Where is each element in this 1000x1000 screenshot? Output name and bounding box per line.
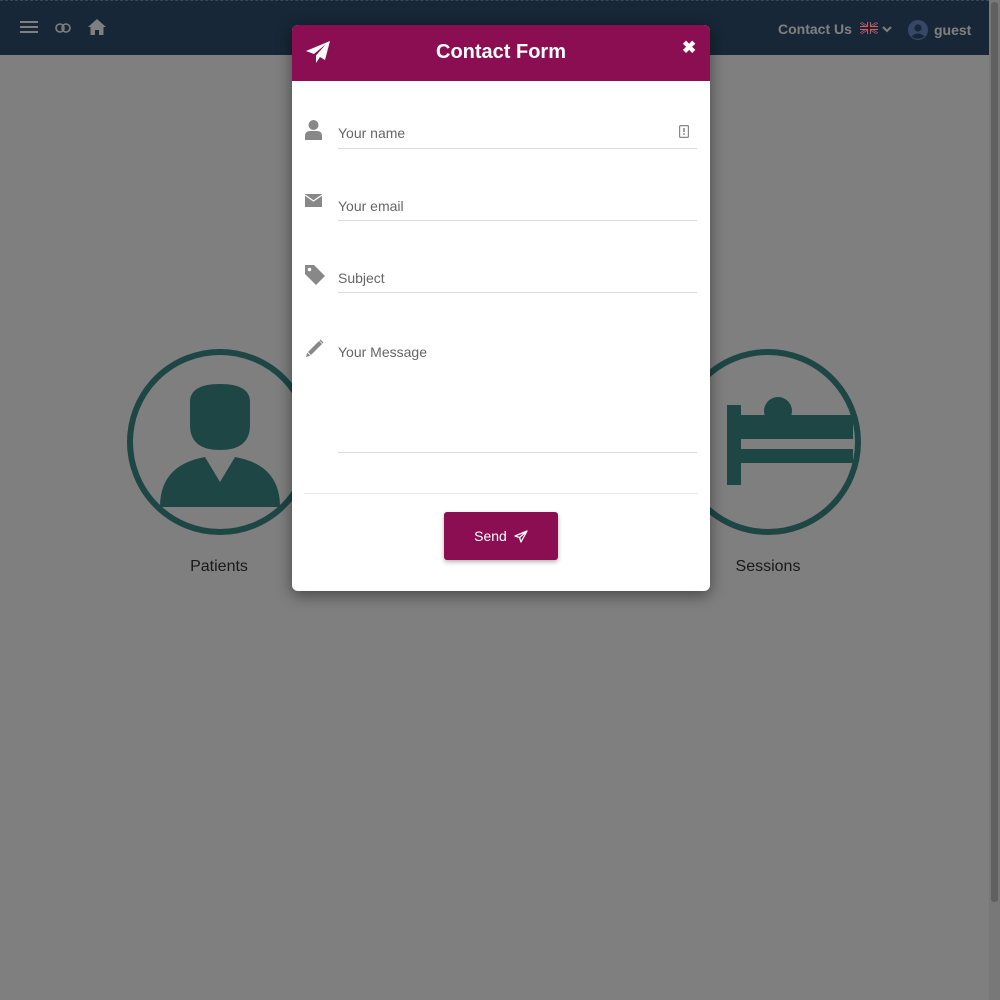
modal-divider: [304, 493, 698, 494]
contact-card-icon[interactable]: [679, 125, 689, 138]
modal-title: Contact Form: [436, 41, 566, 63]
close-icon[interactable]: ✖: [682, 39, 696, 57]
send-button-label: Send: [474, 528, 507, 544]
modal-header: Contact Form ✖: [292, 25, 710, 81]
pencil-icon: [306, 339, 324, 357]
envelope-icon: [305, 194, 322, 207]
contact-form-modal: Contact Form ✖ Send: [292, 25, 710, 591]
email-input[interactable]: [338, 198, 697, 214]
name-field: [338, 125, 697, 149]
send-icon: [514, 529, 528, 543]
email-field: [338, 198, 697, 221]
message-field: [338, 344, 697, 453]
subject-input[interactable]: [338, 270, 697, 286]
name-input[interactable]: [338, 125, 697, 141]
send-button[interactable]: Send: [444, 512, 558, 560]
subject-field: [338, 270, 697, 293]
message-input[interactable]: [338, 344, 697, 449]
user-icon: [305, 120, 322, 140]
tag-icon: [305, 265, 325, 285]
